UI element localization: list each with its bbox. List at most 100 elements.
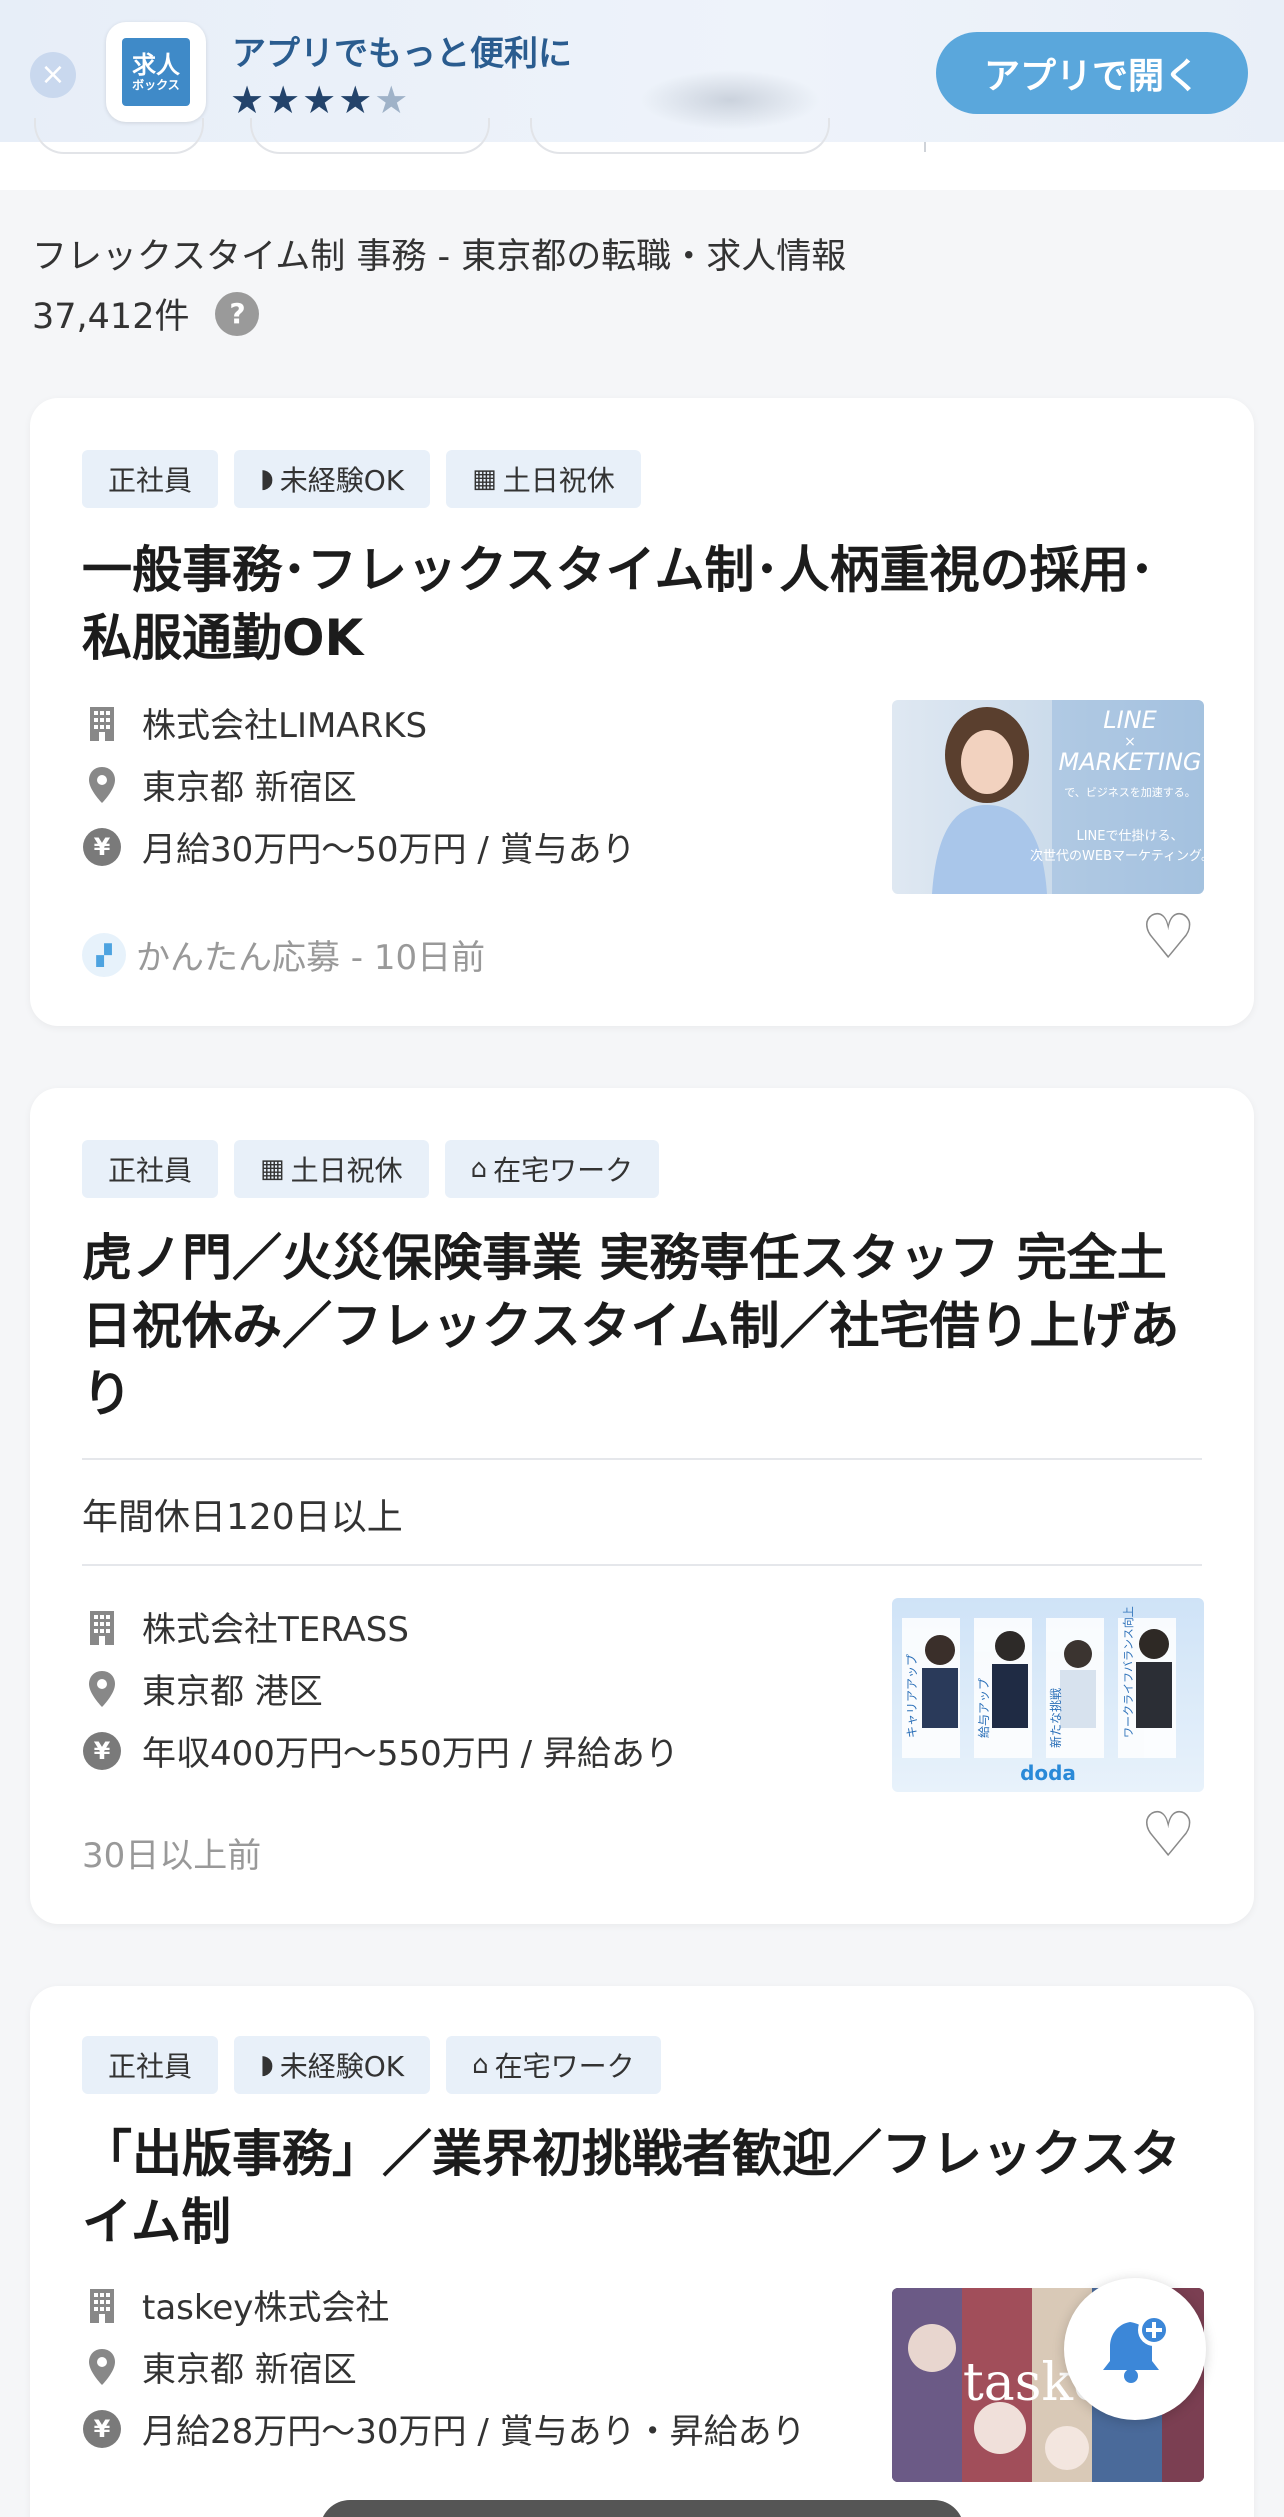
open-app-button[interactable]: アプリで開く [936,32,1248,114]
tag: 正社員 [82,450,219,508]
results-title: フレックスタイム制 事務 - 東京都の転職・求人情報 [32,237,847,277]
job-title[interactable]: 虎ノ門／火災保険事業 実務専任スタッフ 完全土日祝休み／フレックスタイム制／社宅… [82,1224,1202,1428]
app-logo: 求人 ボックス [106,22,206,122]
filter-pill[interactable] [250,118,490,154]
heart-icon[interactable]: ♡ [1140,1804,1196,1866]
job-title[interactable]: 一般事務･フレックスタイム制･人柄重視の採用･私服通勤OK [82,536,1202,672]
footer-text: 30日以上前 [82,1836,262,1876]
building-icon [82,2287,122,2323]
tag-label: 正社員 [108,2050,193,2083]
tag-list: 正社員 ▦ 土日祝休 ⌂ 在宅ワーク [82,1140,660,1198]
tag-label: 未経験OK [279,2050,405,2083]
company-name: 株式会社TERASS [142,1610,409,1650]
thumb-text: LINE [1103,706,1157,734]
location-row: 東京都 新宿区 [82,2342,357,2391]
location-row: 東京都 新宿区 [82,760,357,809]
thumb-text: LINEで仕掛ける、 [1076,829,1183,844]
thumb-text: で、ビジネスを加速する。 [1064,786,1196,799]
location-text: 東京都 新宿区 [142,768,357,808]
job-title[interactable]: 「出版事務」／業界初挑戦者歓迎／フレックスタイム制 [82,2120,1202,2256]
salary-row: ¥ 年収400万円〜550万円 / 昇給あり [82,1726,679,1775]
tag-label: 未経験OK [279,464,405,497]
salary-text: 月給28万円〜30万円 / 賞与あり・昇給あり [142,2412,806,2452]
thumb-text: MARKETING [1059,748,1202,776]
thumb-text: 新たな挑戦 [1048,1688,1063,1748]
company-row: taskey株式会社 [82,2280,389,2329]
bell-plus-icon [1103,2314,1170,2383]
results-count-row: 37,412件 ? [32,288,260,339]
job-card[interactable]: 正社員 ◗ 未経験OK ▦ 土日祝休 一般事務･フレックスタイム制･人柄重視の採用･… [30,398,1254,1026]
help-icon[interactable]: ? [215,291,260,336]
location-pin-icon [82,1670,122,1708]
divider [924,142,926,152]
company-row: 株式会社TERASS [82,1602,409,1651]
tag-label: 正社員 [108,1154,193,1187]
footer-text: かんたん応募 - 10日前 [136,938,486,978]
job-card[interactable]: 正社員 ◗ 未経験OK ⌂ 在宅ワーク 「出版事務」／業界初挑戦者歓迎／フレックスタ… [30,1986,1254,2517]
job-footer: ▞ かんたん応募 - 10日前 [82,930,485,979]
company-name: 株式会社LIMARKS [142,706,428,746]
salary-row: ¥ 月給28万円〜30万円 / 賞与あり・昇給あり [82,2404,806,2453]
close-icon[interactable]: × [30,52,76,98]
location-text: 東京都 港区 [142,1672,323,1712]
star-icons: ★★★★ [230,78,375,122]
filter-pill[interactable] [530,118,830,154]
thumb-text: doda [1020,1761,1076,1785]
company-row: 株式会社LIMARKS [82,698,427,747]
beginner-mark-icon: ◗ [260,464,274,494]
rating-stars: ★★★★★ [230,78,410,122]
calendar-icon: ▦ [472,464,497,494]
thumb-text: 次世代のWEBマーケティング。 [1030,848,1204,864]
beginner-mark-icon: ◗ [260,2050,274,2080]
thumb-text: ワークライフバランス向上 [1121,1606,1135,1738]
job-thumbnail[interactable]: キャリアアップ 給与アップ 新たな挑戦 ワークライフバランス向上 doda [892,1598,1204,1792]
job-footer: 30日以上前 [82,1828,261,1877]
tag-label: 土日祝休 [290,1154,403,1187]
easy-apply-icon: ▞ [82,932,126,977]
notification-button[interactable] [1064,2278,1206,2420]
tag: ▦ 土日祝休 [446,450,641,508]
highlight-text: 年間休日120日以上 [82,1497,403,1538]
tag-label: 正社員 [108,464,193,497]
tag: ⌂ 在宅ワーク [446,2036,661,2094]
tag: 正社員 [82,2036,219,2094]
job-thumbnail[interactable]: LINE × MARKETING で、ビジネスを加速する。 LINEで仕掛ける、… [892,700,1204,894]
divider [82,1564,1202,1566]
tag-label: 土日祝休 [502,464,615,497]
logo-text-sub: ボックス [132,78,180,92]
tag-list: 正社員 ◗ 未経験OK ⌂ 在宅ワーク [82,2036,661,2094]
banner-title: アプリでもっと便利に [232,34,572,74]
results-count: 37,412件 [32,297,190,337]
company-name: taskey株式会社 [142,2288,390,2328]
location-pin-icon [82,2348,122,2386]
location-pin-icon [82,766,122,804]
bottom-action-bar[interactable] [320,2500,964,2517]
tag-label: 在宅ワーク [494,2050,635,2083]
building-icon [82,1609,122,1645]
logo-text-main: 求人 [132,50,180,79]
location-text: 東京都 新宿区 [142,2350,357,2390]
tag-list: 正社員 ◗ 未経験OK ▦ 土日祝休 [82,450,641,508]
home-icon: ⌂ [472,2050,489,2080]
tag: 正社員 [82,1140,219,1198]
job-card[interactable]: 正社員 ▦ 土日祝休 ⌂ 在宅ワーク 虎ノ門／火災保険事業 実務専任スタッフ 完全土… [30,1088,1254,1924]
filter-pill[interactable] [34,118,204,154]
divider [82,1458,1202,1460]
building-icon [82,705,122,741]
yen-icon: ¥ [82,827,122,866]
salary-row: ¥ 月給30万円〜50万円 / 賞与あり [82,822,636,871]
tag: ◗ 未経験OK [234,2036,431,2094]
thumb-text: 給与アップ [977,1678,991,1738]
thumb-text: キャリアアップ [905,1654,919,1738]
tag: ⌂ 在宅ワーク [444,1140,660,1198]
calendar-icon: ▦ [260,1154,285,1184]
location-row: 東京都 港区 [82,1664,323,1713]
tag: ▦ 土日祝休 [234,1140,429,1198]
tag: ◗ 未経験OK [234,450,431,508]
heart-icon[interactable]: ♡ [1140,906,1196,968]
yen-icon: ¥ [82,2409,122,2448]
tag-label: 在宅ワーク [493,1154,634,1187]
yen-icon: ¥ [82,1731,122,1770]
half-star-icon: ★ [374,78,411,122]
salary-text: 年収400万円〜550万円 / 昇給あり [142,1734,679,1774]
